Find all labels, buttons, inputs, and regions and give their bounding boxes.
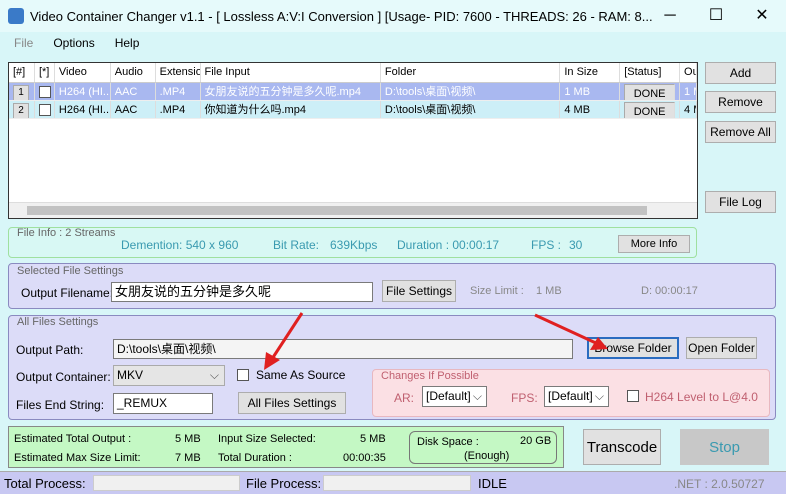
- file-progress-bar: [323, 475, 471, 491]
- total-progress-bar: [93, 475, 240, 491]
- disk-space-status: (Enough): [464, 450, 510, 462]
- total-duration-label: Total Duration :: [218, 452, 292, 464]
- transcode-button[interactable]: Transcode: [583, 429, 661, 465]
- arrow-head: [264, 352, 280, 370]
- total-process-label: Total Process:: [4, 476, 86, 491]
- file-process-label: File Process:: [246, 476, 322, 491]
- est-max-value: 7 MB: [175, 452, 201, 464]
- disk-space-box: Disk Space : 20 GB (Enough): [409, 431, 557, 464]
- disk-space-label: Disk Space :: [417, 436, 479, 448]
- est-total-label: Estimated Total Output :: [14, 433, 132, 445]
- est-max-label: Estimated Max Size Limit:: [14, 452, 141, 464]
- stop-button[interactable]: Stop: [680, 429, 769, 465]
- status-state: IDLE: [478, 476, 507, 491]
- arrow-line: [268, 312, 304, 363]
- arrow-line: [534, 313, 599, 346]
- annotation-arrows: [264, 312, 608, 370]
- summary-panel: Estimated Total Output : 5 MB Estimated …: [8, 426, 564, 468]
- net-version: .NET : 2.0.50727: [674, 477, 765, 491]
- arrow-head: [590, 337, 608, 350]
- est-total-value: 5 MB: [175, 433, 201, 445]
- total-duration-value: 00:00:35: [343, 452, 386, 464]
- input-size-value: 5 MB: [360, 433, 386, 445]
- status-bar: Total Process: File Process: IDLE .NET :…: [0, 471, 786, 494]
- input-size-label: Input Size Selected:: [218, 433, 316, 445]
- disk-space-value: 20 GB: [520, 435, 552, 447]
